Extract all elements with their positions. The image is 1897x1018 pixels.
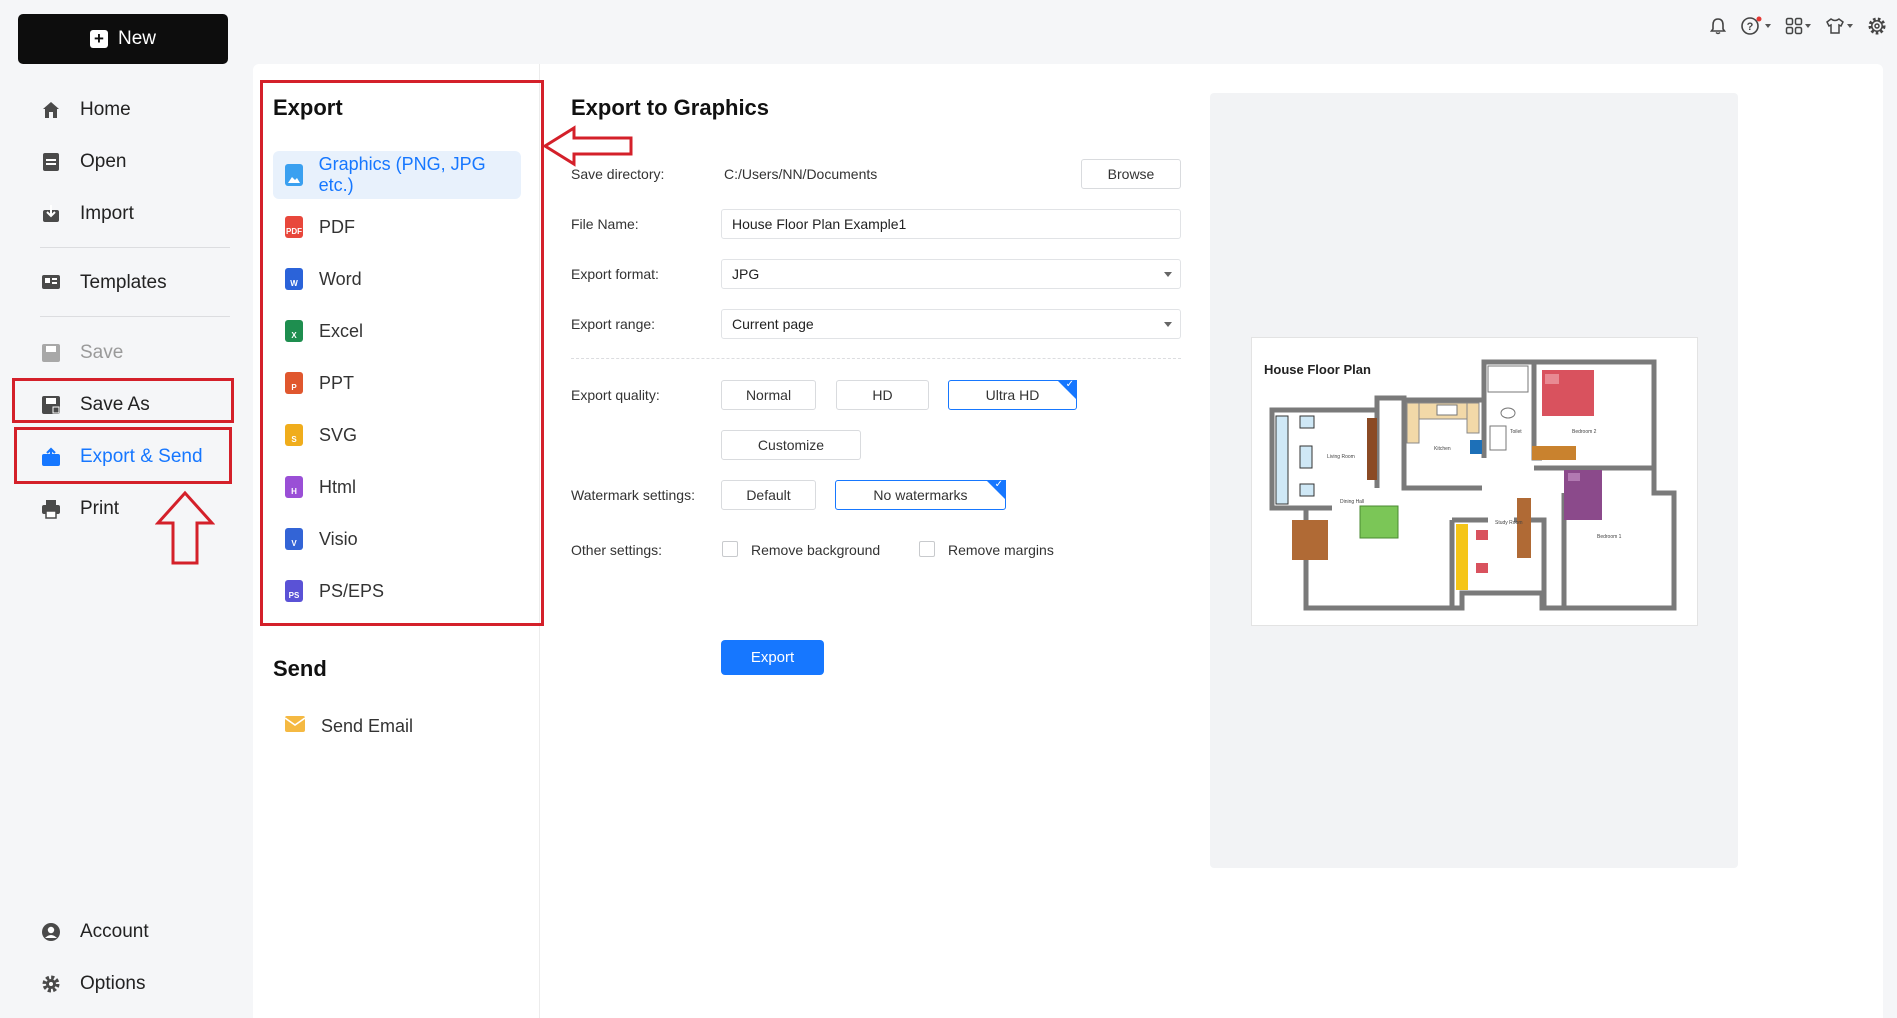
send-section-title: Send — [273, 656, 327, 681]
browse-button[interactable]: Browse — [1081, 159, 1181, 189]
checkmark-icon: ✓ — [1065, 379, 1074, 390]
export-format-value: JPG — [732, 266, 760, 282]
quality-ultra-hd-label: Ultra HD — [985, 387, 1040, 403]
remove-margins-checkbox[interactable] — [919, 541, 935, 557]
quality-hd-button[interactable]: HD — [836, 380, 929, 410]
sidebar-item-templates[interactable]: Templates — [40, 268, 167, 298]
export-button[interactable]: Export — [721, 640, 824, 675]
send-item-label: Send Email — [321, 715, 414, 736]
chevron-down-icon — [1164, 322, 1172, 327]
sidebar-item-print[interactable]: Print — [40, 494, 119, 524]
form-title: Export to Graphics — [571, 95, 770, 120]
svg-text:?: ? — [1747, 21, 1754, 33]
floor-plan-title: House Floor Plan — [1264, 362, 1371, 377]
chevron-down-icon — [1164, 272, 1172, 277]
sidebar-item-label: Print — [80, 498, 120, 519]
theme-shirt-icon[interactable] — [1825, 17, 1853, 35]
checkmark-icon: ✓ — [994, 479, 1003, 490]
sidebar-item-label: Home — [80, 99, 131, 120]
annotation-box-export-list — [260, 80, 544, 626]
floor-plan-thumbnail: House Floor Plan Living Room Kitchen Toi… — [1251, 337, 1698, 626]
file-name-label: File Name: — [571, 216, 639, 232]
sidebar-item-home[interactable]: Home — [40, 95, 131, 125]
remove-margins-label: Remove margins — [948, 542, 1054, 558]
save-directory-value: C:/Users/NN/Documents — [724, 166, 878, 182]
export-range-value: Current page — [732, 316, 814, 332]
floor-plan-drawing: House Floor Plan Living Room Kitchen Toi… — [1264, 359, 1677, 611]
export-format-select[interactable]: JPG — [721, 259, 1181, 289]
top-right-toolbar: ? — [1709, 16, 1887, 36]
home-icon — [40, 99, 62, 121]
notification-bell-icon[interactable] — [1709, 17, 1727, 35]
annotation-arrow-left — [542, 125, 633, 167]
sidebar-item-options[interactable]: Options — [40, 969, 145, 999]
open-file-icon — [40, 151, 62, 173]
sidebar: + New Home Open Import Templates Save Sa… — [0, 0, 253, 1018]
room-label: Toilet — [1510, 429, 1522, 435]
mail-icon — [284, 716, 306, 736]
new-button[interactable]: + New — [18, 14, 228, 64]
save-directory-label: Save directory: — [571, 166, 665, 182]
form-divider — [571, 358, 1181, 359]
help-icon[interactable]: ? — [1741, 16, 1771, 36]
remove-background-label: Remove background — [751, 542, 881, 558]
annotation-box-export-send — [14, 427, 232, 484]
quality-ultra-hd-button[interactable]: Ultra HD ✓ — [948, 379, 1077, 410]
sidebar-divider — [40, 247, 230, 248]
annotation-arrow-up — [155, 490, 215, 565]
watermark-none-button[interactable]: No watermarks ✓ — [835, 479, 1006, 510]
account-icon — [40, 921, 62, 943]
settings-icon[interactable] — [1867, 16, 1887, 36]
sidebar-divider — [40, 316, 230, 317]
room-label: Study Room — [1495, 520, 1523, 526]
save-icon — [40, 342, 62, 364]
room-label: Kitchen — [1434, 446, 1451, 452]
customize-button[interactable]: Customize — [721, 430, 861, 460]
import-icon — [40, 203, 62, 225]
export-quality-label: Export quality: — [571, 387, 660, 403]
sidebar-item-label: Templates — [80, 272, 167, 293]
apps-grid-icon[interactable] — [1785, 17, 1811, 35]
other-settings-label: Other settings: — [571, 542, 663, 558]
print-icon — [40, 498, 62, 520]
watermark-none-label: No watermarks — [873, 487, 968, 503]
remove-background-checkbox[interactable] — [722, 541, 738, 557]
sidebar-item-label: Import — [80, 203, 134, 224]
room-label: Bedroom 1 — [1597, 534, 1622, 540]
sidebar-item-account[interactable]: Account — [40, 917, 149, 947]
sidebar-item-open[interactable]: Open — [40, 147, 126, 177]
export-range-select[interactable]: Current page — [721, 309, 1181, 339]
export-range-label: Export range: — [571, 316, 656, 332]
plus-icon: + — [89, 30, 108, 48]
room-label: Dining Hall — [1340, 499, 1364, 505]
watermark-default-button[interactable]: Default — [721, 480, 816, 510]
sidebar-item-label: Options — [80, 973, 146, 994]
gear-icon — [40, 973, 62, 995]
file-name-input[interactable]: House Floor Plan Example1 — [721, 209, 1181, 239]
sidebar-item-import[interactable]: Import — [40, 199, 134, 229]
watermark-label: Watermark settings: — [571, 487, 695, 503]
annotation-box-save-as — [12, 378, 234, 423]
sidebar-item-save[interactable]: Save — [40, 338, 123, 368]
sidebar-item-label: Save — [80, 342, 124, 363]
room-label: Living Room — [1327, 454, 1355, 460]
sidebar-item-label: Open — [80, 151, 127, 172]
quality-normal-button[interactable]: Normal — [721, 380, 816, 410]
sidebar-item-label: Account — [80, 921, 149, 942]
new-button-label: New — [117, 28, 156, 49]
templates-icon — [40, 272, 62, 294]
export-format-label: Export format: — [571, 266, 659, 282]
room-label: Bedroom 2 — [1572, 429, 1597, 435]
send-item-email[interactable]: Send Email — [273, 702, 521, 750]
